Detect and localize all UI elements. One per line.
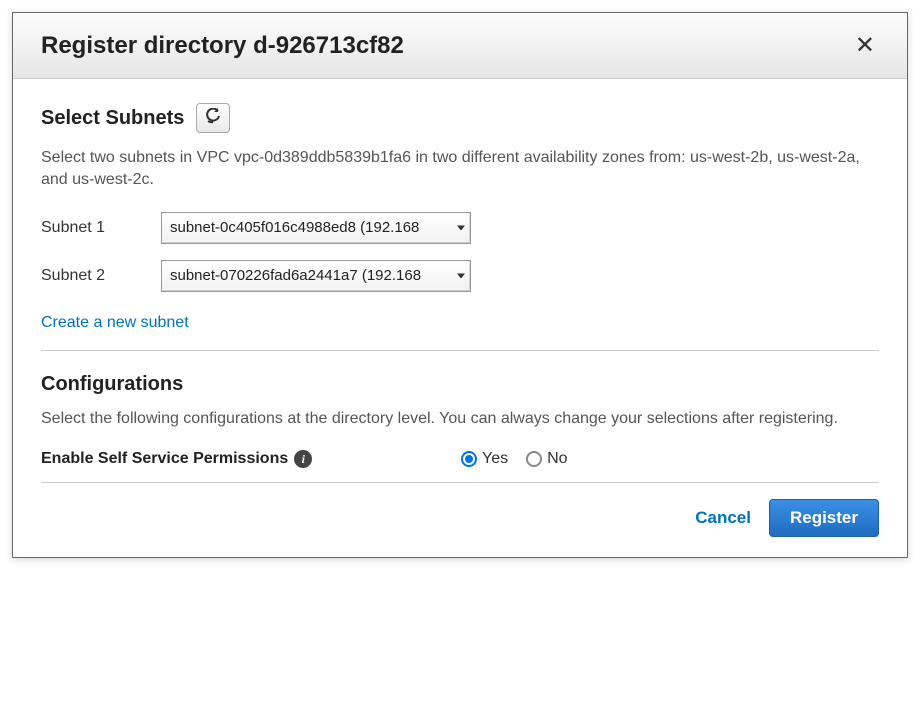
refresh-icon [205, 108, 221, 129]
modal-footer: Cancel Register [41, 482, 879, 537]
self-service-no-radio[interactable]: No [526, 450, 567, 468]
subnet-2-value: subnet-070226fad6a2441a7 (192.168 [161, 260, 471, 292]
modal-header: Register directory d-926713cf82 ✕ [13, 13, 907, 79]
info-icon[interactable]: i [294, 450, 312, 468]
self-service-radio-group: Yes No [461, 450, 568, 468]
create-subnet-link[interactable]: Create a new subnet [41, 314, 189, 332]
subnet-1-row: Subnet 1 subnet-0c405f016c4988ed8 (192.1… [41, 212, 879, 244]
select-subnets-title: Select Subnets [41, 107, 184, 130]
subnet-1-value: subnet-0c405f016c4988ed8 (192.168 [161, 212, 471, 244]
select-subnets-header: Select Subnets [41, 103, 879, 133]
refresh-button[interactable] [196, 103, 230, 133]
radio-no-label: No [547, 450, 567, 468]
self-service-label-text: Enable Self Service Permissions [41, 450, 288, 468]
radio-icon-selected [461, 451, 477, 467]
self-service-label: Enable Self Service Permissions i [41, 450, 461, 468]
register-button[interactable]: Register [769, 499, 879, 537]
close-icon[interactable]: ✕ [851, 31, 879, 60]
modal-body: Select Subnets Select two subnets in VPC… [13, 79, 907, 557]
cancel-button[interactable]: Cancel [695, 508, 751, 528]
register-directory-modal: Register directory d-926713cf82 ✕ Select… [12, 12, 908, 558]
configurations-title: Configurations [41, 373, 879, 396]
self-service-yes-radio[interactable]: Yes [461, 450, 508, 468]
radio-yes-label: Yes [482, 450, 508, 468]
subnet-2-row: Subnet 2 subnet-070226fad6a2441a7 (192.1… [41, 260, 879, 292]
subnet-1-label: Subnet 1 [41, 219, 161, 237]
modal-title: Register directory d-926713cf82 [41, 32, 404, 60]
subnet-2-select[interactable]: subnet-070226fad6a2441a7 (192.168 [161, 260, 471, 292]
configurations-description: Select the following configurations at t… [41, 408, 879, 430]
subnet-2-label: Subnet 2 [41, 267, 161, 285]
select-subnets-description: Select two subnets in VPC vpc-0d389ddb58… [41, 147, 879, 192]
subnet-1-select[interactable]: subnet-0c405f016c4988ed8 (192.168 [161, 212, 471, 244]
radio-icon [526, 451, 542, 467]
self-service-row: Enable Self Service Permissions i Yes No [41, 450, 879, 468]
section-divider [41, 350, 879, 351]
